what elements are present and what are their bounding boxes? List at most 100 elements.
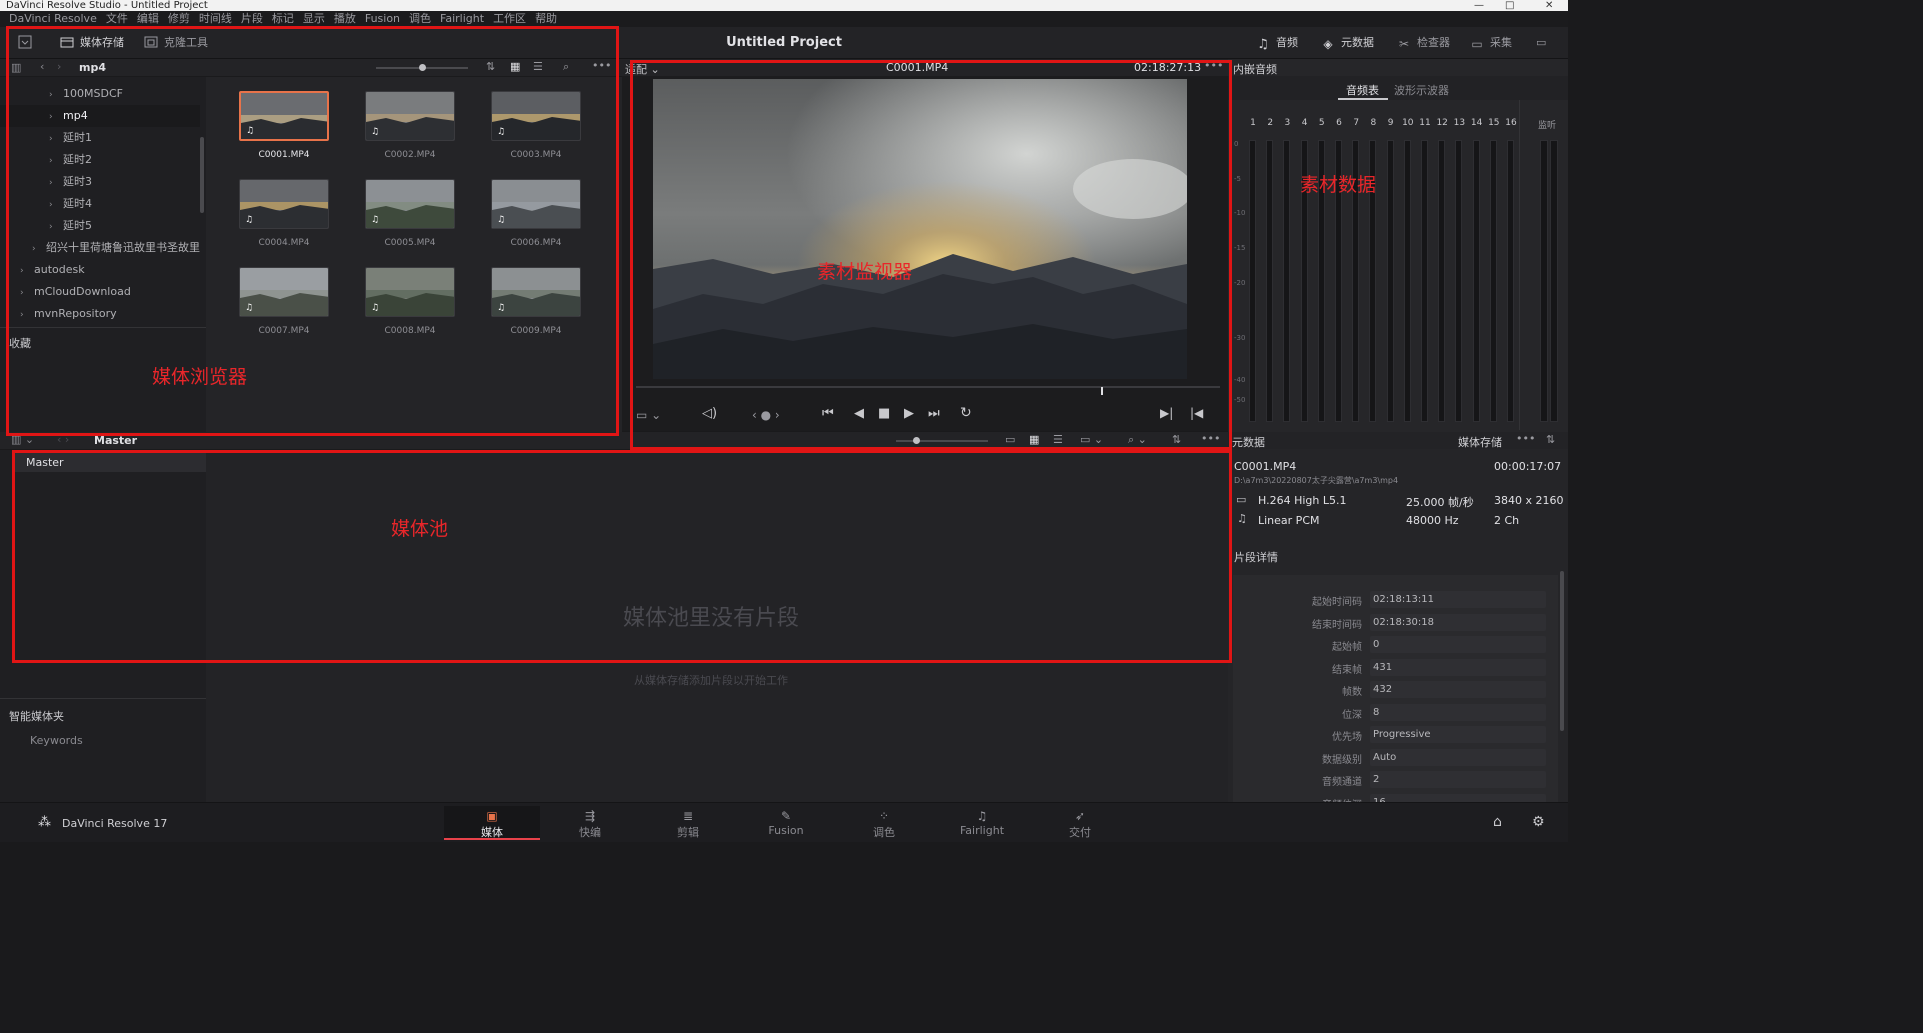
menu-item[interactable]: 编辑 [137,11,159,27]
tab-audio-meters[interactable]: 音频表 [1346,82,1379,98]
menu-item[interactable]: 文件 [106,11,128,27]
tree-item[interactable]: › autodesk [0,259,200,281]
menu-item[interactable]: 帮助 [535,11,557,27]
clip-thumbnail[interactable]: ♫ [491,267,581,317]
minimize-icon[interactable]: — [1474,0,1484,11]
tab-waveform[interactable]: 波形示波器 [1394,82,1449,98]
tree-scrollbar[interactable] [200,137,204,213]
thumbnail-view-icon[interactable]: ▦ [510,60,520,73]
playhead[interactable] [1101,387,1103,395]
chevron-right-icon[interactable]: › [20,304,34,326]
media-storage-tab[interactable]: 媒体存储 [60,35,124,51]
detail-value-field[interactable]: Auto [1370,748,1546,766]
detail-value-field[interactable]: 02:18:30:18 [1370,613,1546,631]
menu-item[interactable]: Fairlight [440,11,484,27]
detail-value-field[interactable]: 431 [1370,658,1546,676]
menu-item[interactable]: DaVinci Resolve [9,11,97,27]
volume-icon[interactable]: ◁) [702,406,717,421]
sidebar-toggle-icon[interactable]: ▥ [11,61,21,74]
sort-icon[interactable]: ⇅ [486,60,495,73]
details-scrollbar[interactable] [1560,571,1564,731]
display-mode-icon[interactable]: ▭ [1536,35,1546,51]
loop-icon[interactable]: ↻ [960,405,972,421]
page-tab[interactable]: ⁘ 调色 [836,806,932,840]
reverse-play-icon[interactable]: ◀ [854,406,864,421]
page-tab[interactable]: ✎ Fusion [738,806,834,840]
chevron-right-icon[interactable]: › [49,216,63,238]
menu-item[interactable]: 修剪 [168,11,190,27]
tree-item[interactable]: › 延时5 [0,215,200,237]
clip-thumbnail[interactable]: ♫ [365,179,455,229]
chevron-right-icon[interactable]: › [49,128,63,150]
menu-item[interactable]: 显示 [303,11,325,27]
inspector-panel-button[interactable]: ✂ 检查器 [1397,35,1450,51]
chevron-right-icon[interactable]: › [49,150,63,172]
stop-icon[interactable]: ■ [878,406,890,421]
pool-zoom-slider[interactable] [896,437,988,444]
pool-more-icon[interactable]: ••• [1201,432,1220,445]
clip-thumbnail[interactable]: ♫ [491,179,581,229]
clip-thumbnail[interactable]: ♫ [365,91,455,141]
panel-toggle-button[interactable] [18,35,32,51]
pool-list-view-icon[interactable]: ☰ [1053,433,1063,446]
menu-item[interactable]: 播放 [334,11,356,27]
detail-value-field[interactable]: 432 [1370,681,1546,698]
metadata-source-dropdown[interactable]: 媒体存储 [1458,434,1502,450]
forward-icon[interactable]: › [57,60,61,73]
tree-item[interactable]: › mCloudDownload [0,281,200,303]
home-icon[interactable]: ⌂ [1493,814,1502,830]
tree-item[interactable]: › 绍兴十里荷塘鲁迅故里书圣故里 [0,237,200,259]
pool-thumbnail-view-icon[interactable]: ▦ [1029,433,1039,446]
chevron-right-icon[interactable]: › [20,282,34,304]
clip-thumbnail[interactable]: ♫ [239,179,329,229]
tree-item[interactable]: › mp4 [0,105,200,127]
menu-item[interactable]: 标记 [272,11,294,27]
close-icon[interactable]: ✕ [1545,0,1553,11]
tree-item[interactable]: › 延时4 [0,193,200,215]
pool-back-icon[interactable]: ‹ › [57,433,69,446]
more-options-icon[interactable]: ••• [592,59,611,72]
chevron-right-icon[interactable]: › [20,260,34,282]
go-to-end-icon[interactable]: ⏭ [928,406,940,421]
play-icon[interactable]: ▶ [904,406,914,421]
viewer-mode-icon[interactable]: ▭ ⌄ [636,408,661,422]
page-tab[interactable]: ⇶ 快编 [542,806,638,840]
tree-item[interactable]: › mvnRepository [0,303,200,325]
go-to-start-icon[interactable]: ⏮ [822,406,834,421]
viewer-scrubber[interactable] [636,386,1220,388]
pool-clip-area[interactable]: 媒体池里没有片段 从媒体存储添加片段以开始工作 [206,450,1228,802]
pool-search-icon[interactable]: ⌕ ⌄ [1128,433,1147,447]
detail-value-field[interactable]: 02:18:13:11 [1370,591,1546,608]
clip-thumbnail[interactable]: ♫ [491,91,581,141]
chevron-right-icon[interactable]: › [49,84,63,106]
detail-value-field[interactable]: Progressive [1370,726,1546,743]
settings-gear-icon[interactable]: ⚙ [1532,814,1545,830]
clip-thumbnail[interactable]: ♫ [365,267,455,317]
jog-control[interactable]: ‹ ● › [752,408,780,422]
metadata-panel-button[interactable]: ◈ 元数据 [1321,35,1374,51]
menu-item[interactable]: Fusion [365,11,400,27]
back-icon[interactable]: ‹ [40,60,44,73]
slider-handle[interactable] [419,64,426,71]
mark-out-icon[interactable]: |◀ [1190,406,1203,420]
page-tab[interactable]: ♫ Fairlight [934,806,1030,840]
clip-thumbnail[interactable]: ♫ [239,91,329,141]
clip-thumbnail[interactable]: ♫ [239,267,329,317]
metadata-sort-icon[interactable]: ⇅ [1546,433,1555,446]
tree-item[interactable]: › 延时3 [0,171,200,193]
metadata-options-icon[interactable]: ••• [1516,432,1535,445]
page-tab[interactable]: ▣ 媒体 [444,806,540,840]
menu-item[interactable]: 调色 [409,11,431,27]
viewer-options-icon[interactable]: ••• [1204,59,1223,72]
page-tab[interactable]: ≣ 剪辑 [640,806,736,840]
thumbnail-zoom-slider[interactable] [376,64,468,71]
maximize-icon[interactable]: □ [1505,0,1514,11]
search-icon[interactable]: ⌕ [563,60,569,74]
list-view-icon[interactable]: ☰ [533,60,543,73]
fit-mode-dropdown[interactable]: 适配 ⌄ [625,61,660,77]
audio-panel-button[interactable]: ♫ 音频 [1256,35,1298,52]
chevron-right-icon[interactable]: › [49,194,63,216]
mark-in-icon[interactable]: ▶| [1160,406,1173,420]
chevron-right-icon[interactable]: › [32,238,46,260]
pool-sort-icon[interactable]: ⇅ [1172,433,1181,446]
